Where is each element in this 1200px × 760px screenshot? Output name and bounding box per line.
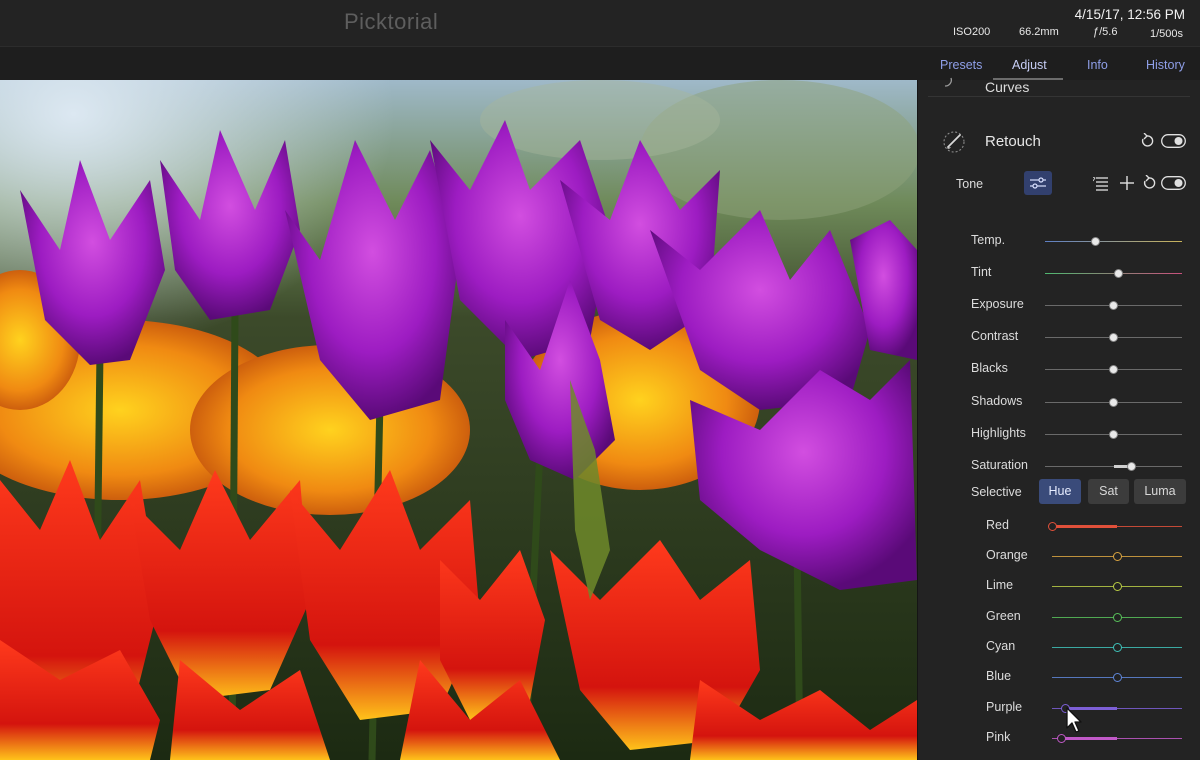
slider-knob[interactable] [1109,333,1118,342]
color-slider-knob[interactable] [1112,552,1122,561]
adjust-panel: Curves Retouch Tone Temp. Tint Exposure … [917,77,1200,760]
app-title: Picktorial [344,9,439,34]
brush-icon [943,131,965,153]
color-label-lime: Lime [986,578,1014,592]
title-bar: Picktorial 4/15/17, 12:56 PM ISO200 66.2… [0,0,1200,47]
slider-label-contrast: Contrast [971,329,1019,343]
toggle-tone-icon[interactable] [1161,176,1186,190]
color-slider-knob[interactable] [1056,734,1066,743]
color-label-red: Red [986,518,1009,532]
slider-label-blacks: Blacks [971,361,1008,375]
tone-group-label: Tone [956,177,984,191]
tab-info[interactable]: Info [1087,58,1108,72]
color-label-pink: Pink [986,730,1011,744]
color-slider-knob[interactable] [1112,673,1122,682]
curves-icon [944,77,952,87]
slider-label-saturation: Saturation [971,458,1028,472]
color-slider-knob[interactable] [1112,613,1122,622]
color-slider-knob[interactable] [1047,522,1057,531]
slider-label-shadows: Shadows [971,394,1023,408]
hue-mode-button[interactable]: Hue [1039,479,1081,504]
slider-knob[interactable] [1109,301,1118,310]
slider-knob[interactable] [1114,269,1124,278]
color-label-cyan: Cyan [986,639,1016,653]
section-divider [928,96,1190,97]
add-icon[interactable] [1120,176,1134,190]
tulip-photo [0,80,917,760]
tab-history[interactable]: History [1146,58,1185,72]
color-label-green: Green [986,609,1021,623]
color-slider-knob[interactable] [1060,704,1070,713]
curves-section-title[interactable]: Curves [985,79,1029,95]
tab-presets[interactable]: Presets [940,58,982,72]
shutter-value: 1/500s [1150,28,1184,40]
sat-mode-button[interactable]: Sat [1088,479,1129,504]
color-slider-fill [1052,525,1117,528]
slider-knob[interactable] [1109,365,1118,374]
color-label-purple: Purple [986,700,1023,714]
slider-label-tint: Tint [971,265,992,279]
selective-label: Selective [971,485,1022,499]
luma-mode-button[interactable]: Luma [1134,479,1186,504]
slider-label-temp: Temp. [971,233,1006,247]
sliders-icon [1030,177,1046,189]
tab-adjust[interactable]: Adjust [1012,58,1047,72]
tone-adjust-button[interactable] [1024,171,1052,195]
slider-label-highlights: Highlights [971,426,1026,440]
color-slider-knob[interactable] [1112,582,1122,591]
slider-knob[interactable] [1109,398,1118,407]
color-label-orange: Orange [986,548,1028,562]
iso-value: ISO200 [953,26,991,38]
reset-tone-icon[interactable] [1142,175,1156,191]
list-menu-icon[interactable] [1093,177,1109,191]
color-slider-fill [1065,707,1117,710]
slider-track[interactable] [1045,241,1182,242]
slider-label-exposure: Exposure [971,297,1024,311]
focal-length-value: 66.2mm [1019,26,1059,38]
photo-canvas[interactable] [0,80,917,760]
aperture-value: ƒ/5.6 [1093,26,1118,38]
slider-knob[interactable] [1091,237,1101,246]
color-slider-knob[interactable] [1112,643,1122,652]
color-slider-fill [1061,737,1117,740]
reset-retouch-icon[interactable] [1140,133,1154,149]
photo-datetime: 4/15/17, 12:56 PM [1074,7,1185,22]
slider-knob[interactable] [1109,430,1118,439]
slider-knob[interactable] [1126,462,1136,471]
toolbar: Presets Adjust Info History [0,47,1200,80]
color-label-blue: Blue [986,669,1012,683]
toggle-retouch-icon[interactable] [1161,134,1186,148]
retouch-section-title: Retouch [985,133,1041,150]
